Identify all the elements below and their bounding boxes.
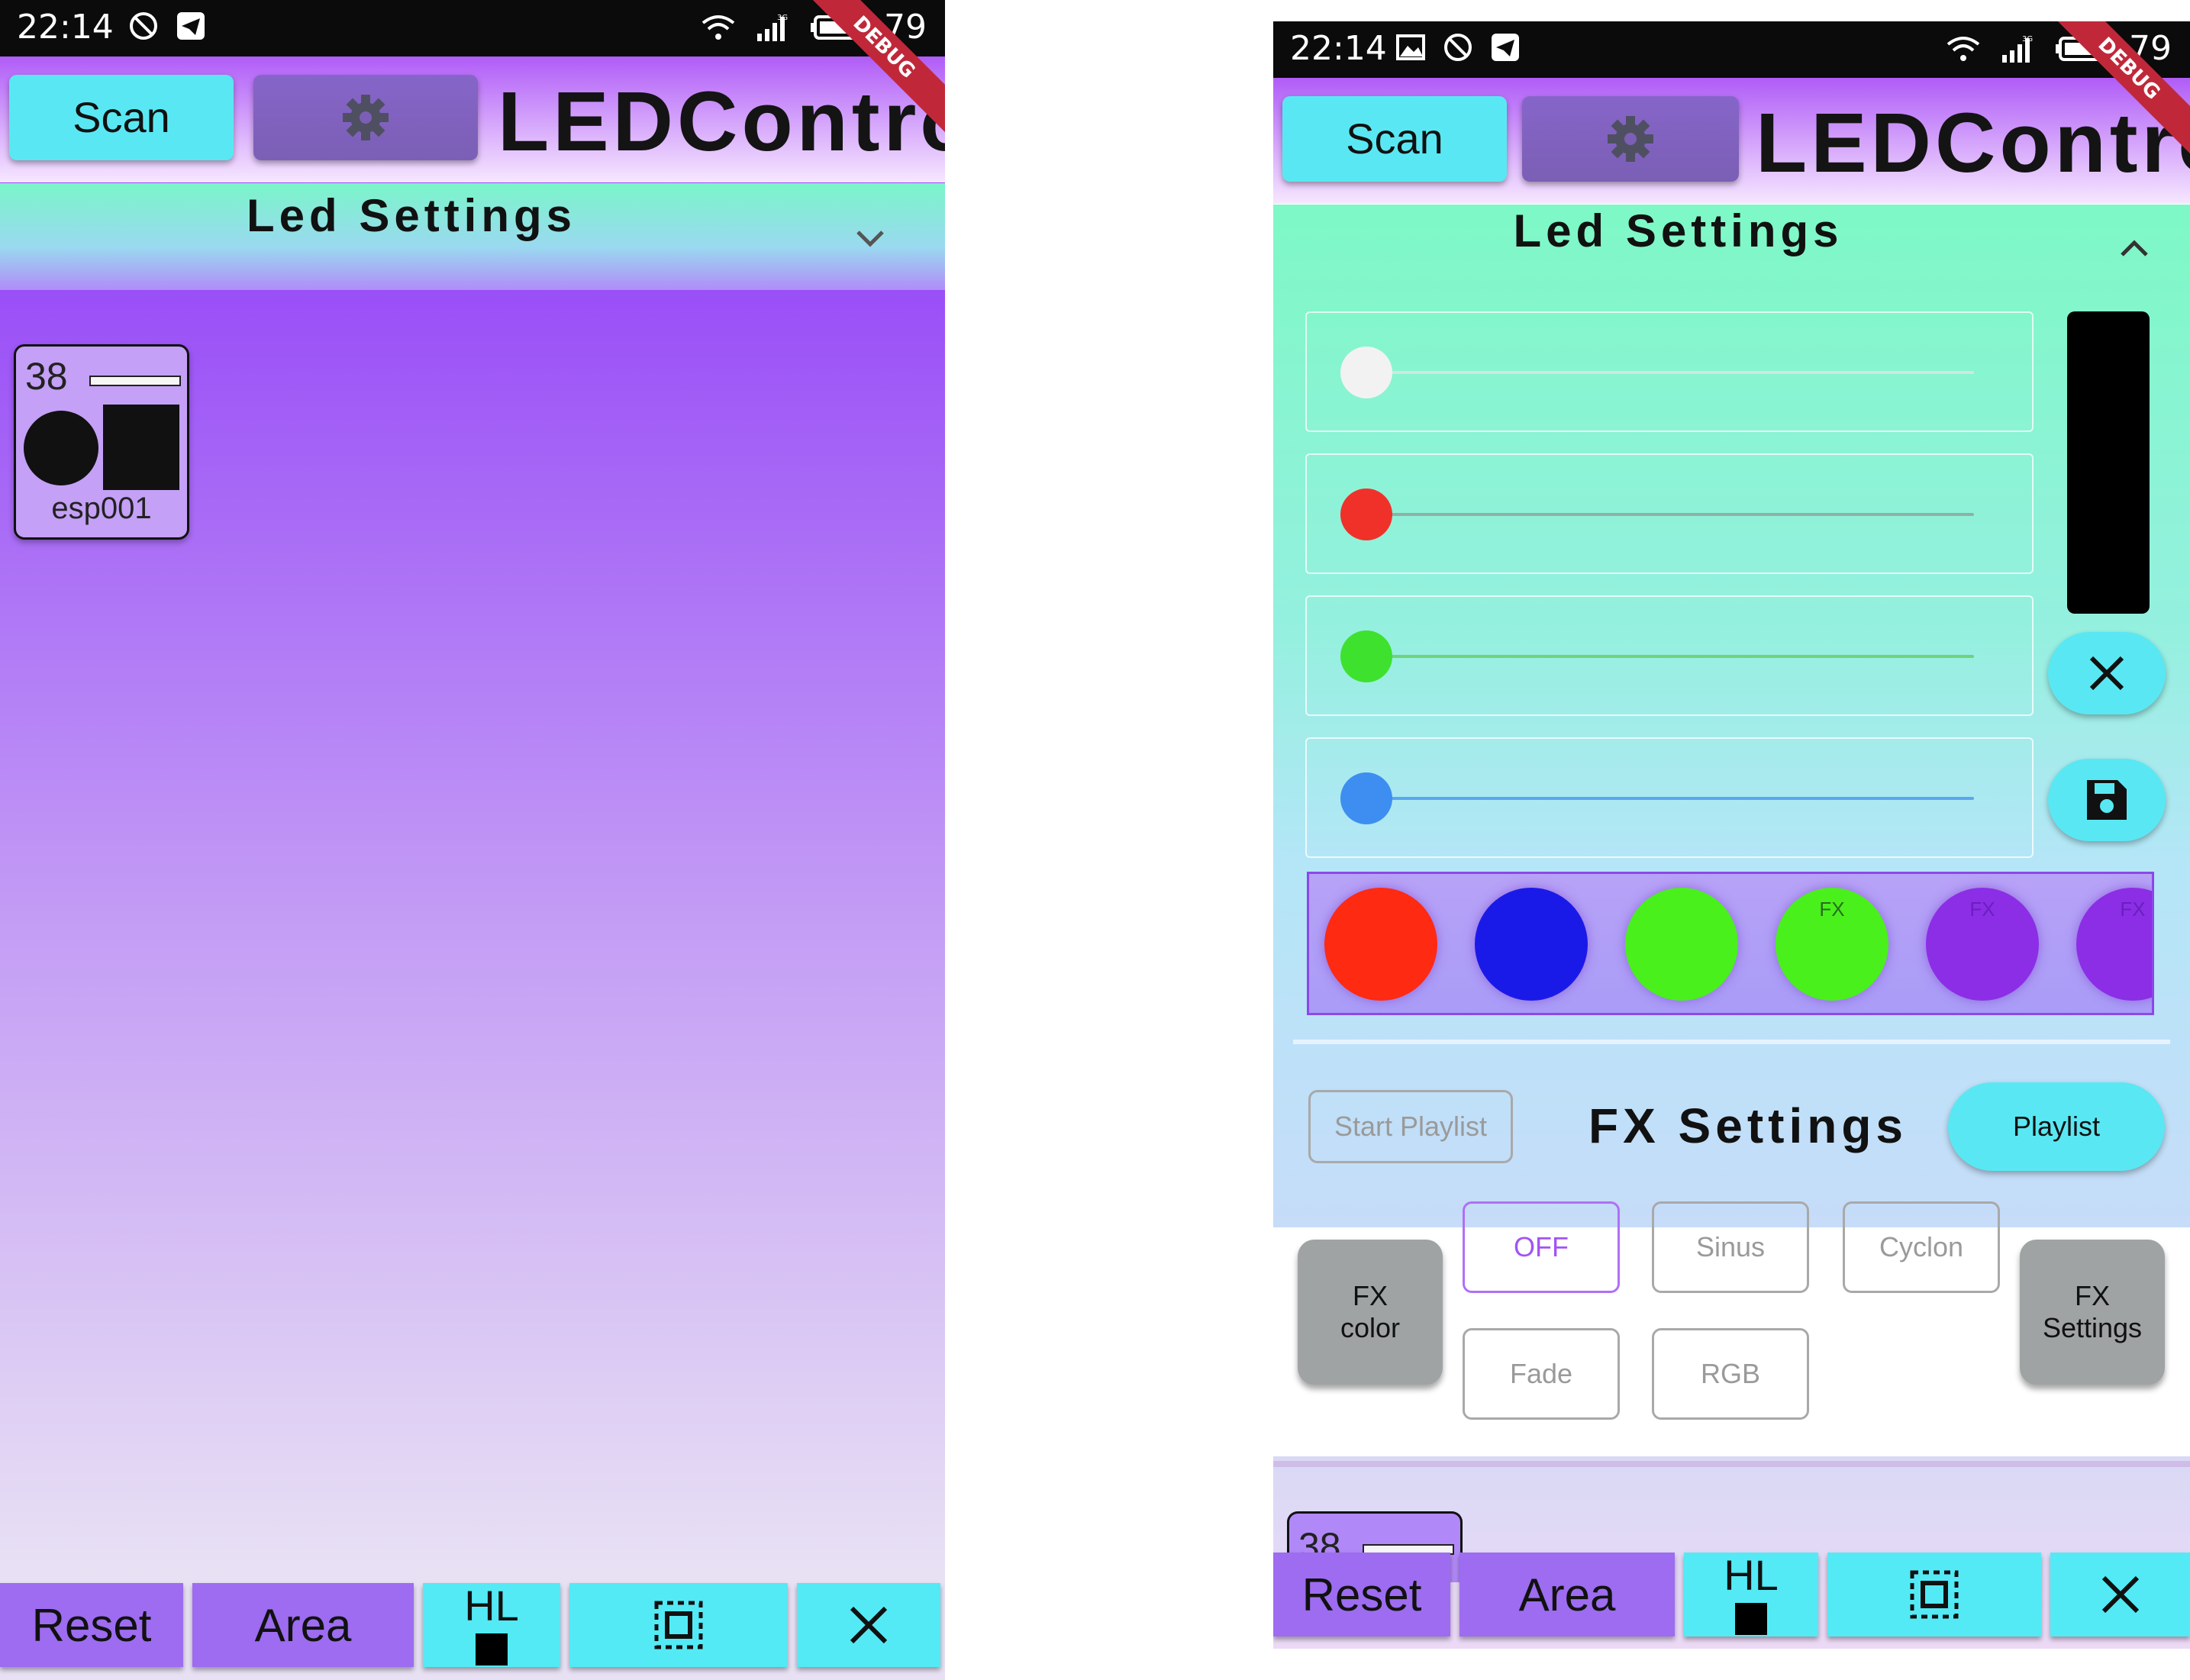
slider-red[interactable]: [1305, 453, 2034, 574]
status-bar: 22:14 3G 79 DEBUG: [1273, 21, 2190, 162]
led-settings-title: Led Settings: [1513, 205, 1843, 256]
svg-text:3G: 3G: [777, 14, 788, 22]
app-title: LEDControl: [498, 75, 945, 169]
settings-button[interactable]: [1522, 96, 1739, 182]
signal-icon: 3G: [2002, 35, 2033, 63]
close-icon: [2089, 656, 2124, 691]
select-area-button[interactable]: [1827, 1553, 2041, 1636]
fx-mode-rgb[interactable]: RGB: [1652, 1328, 1809, 1420]
scan-button[interactable]: Scan: [1282, 96, 1507, 182]
device-card[interactable]: 38 esp001: [14, 344, 189, 540]
reset-button[interactable]: Reset: [0, 1583, 183, 1667]
hl-label: HL: [1724, 1551, 1779, 1599]
signal-icon: 3G: [757, 14, 788, 41]
app-bar: Scan LEDControl: [1273, 78, 2190, 204]
color-swatch-list: FX FX FX: [1307, 872, 2154, 1015]
fx-mode-cyclon[interactable]: Cyclon: [1843, 1201, 2000, 1293]
save-icon: [2087, 780, 2127, 820]
device-number: 38: [25, 355, 68, 398]
color-swatch[interactable]: [1324, 888, 1437, 1001]
slider-thumb[interactable]: [1340, 489, 1392, 540]
bottom-toolbar: Reset Area HL: [1273, 1553, 2190, 1636]
fx-settings-label: FX Settings: [2042, 1280, 2143, 1343]
fx-color-label: FX color: [1340, 1280, 1401, 1343]
reset-button[interactable]: Reset: [1273, 1553, 1450, 1636]
panel-bottom-border: [1273, 1461, 2190, 1467]
slider-thumb[interactable]: [1340, 347, 1392, 398]
bottom-toolbar: Reset Area HL: [0, 1583, 945, 1667]
fx-mode-fade[interactable]: Fade: [1463, 1328, 1620, 1420]
fx-settings-button[interactable]: FX Settings: [2020, 1240, 2165, 1385]
save-color-button[interactable]: [2048, 759, 2166, 841]
status-time: 22:14: [17, 8, 114, 47]
led-settings-title: Led Settings: [246, 190, 577, 241]
hl-button[interactable]: HL: [1684, 1553, 1818, 1636]
section-divider: [1293, 1040, 2170, 1044]
slider-blue[interactable]: [1305, 737, 2034, 858]
color-swatch[interactable]: FX: [1776, 888, 1888, 1001]
start-playlist-button[interactable]: Start Playlist: [1308, 1090, 1513, 1163]
gear-icon: [343, 95, 389, 140]
close-icon: [2101, 1575, 2139, 1614]
settings-button[interactable]: [253, 75, 478, 160]
slider-thumb[interactable]: [1340, 772, 1392, 824]
chevron-up-icon[interactable]: [2117, 232, 2151, 266]
close-button[interactable]: [2050, 1553, 2190, 1636]
select-frame-icon: [1910, 1570, 1959, 1619]
alarm-icon: [130, 12, 157, 40]
area-button[interactable]: Area: [192, 1583, 414, 1667]
hl-color-square: [1735, 1603, 1767, 1635]
status-bar: 22:14 3G 79 DEBUG: [0, 0, 945, 140]
color-swatch[interactable]: [1625, 888, 1738, 1001]
phone-screen-expanded: 22:14 3G 79 DEBUG Scan LEDContr Led Sett…: [1273, 21, 2190, 1649]
color-swatch[interactable]: FX: [2076, 888, 2152, 1001]
wifi-icon: [1946, 36, 1980, 61]
close-button[interactable]: [797, 1583, 940, 1667]
slider-track[interactable]: [1374, 655, 1974, 658]
area-button[interactable]: Area: [1459, 1553, 1675, 1636]
playlist-button[interactable]: Playlist: [1948, 1082, 2165, 1171]
phone-screen-collapsed: 22:14 3G 79 DEBUG Scan LEDContr Led Sett…: [0, 0, 945, 1680]
slider-track[interactable]: [1374, 513, 1974, 516]
app-bar: Scan LEDControl: [0, 56, 945, 182]
device-brightness-bar: [89, 376, 181, 386]
fx-mode-off[interactable]: OFF: [1463, 1201, 1620, 1293]
select-frame-icon: [654, 1601, 703, 1649]
svg-text:3G: 3G: [2022, 35, 2033, 44]
telegram-icon: [177, 12, 205, 40]
clear-color-button[interactable]: [2048, 632, 2166, 714]
color-preview: [2067, 311, 2150, 614]
color-swatch[interactable]: [1475, 888, 1588, 1001]
color-swatch[interactable]: FX: [1926, 888, 2039, 1001]
app-title: LEDControl: [1756, 96, 2190, 190]
scan-button[interactable]: Scan: [9, 75, 234, 160]
fx-settings-title: FX Settings: [1588, 1098, 1908, 1153]
slider-track[interactable]: [1374, 371, 1974, 374]
telegram-icon: [1492, 34, 1519, 61]
slider-white[interactable]: [1305, 311, 2034, 432]
alarm-icon: [1444, 34, 1472, 61]
close-icon: [850, 1606, 888, 1644]
select-area-button[interactable]: [569, 1583, 788, 1667]
hl-button[interactable]: HL: [423, 1583, 560, 1667]
device-color-indicator: [103, 405, 179, 490]
wifi-icon: [702, 15, 735, 40]
chevron-down-icon[interactable]: [853, 221, 887, 255]
fx-color-button[interactable]: FX color: [1298, 1240, 1443, 1385]
hl-label: HL: [464, 1582, 519, 1630]
image-icon: [1396, 34, 1425, 60]
gear-icon: [1608, 116, 1653, 162]
device-circle-indicator: [24, 411, 98, 485]
hl-color-square: [476, 1633, 508, 1665]
slider-thumb[interactable]: [1340, 630, 1392, 682]
slider-green[interactable]: [1305, 595, 2034, 716]
device-name: esp001: [51, 492, 152, 525]
status-time: 22:14: [1290, 29, 1387, 68]
fx-mode-sinus[interactable]: Sinus: [1652, 1201, 1809, 1293]
slider-track[interactable]: [1374, 797, 1974, 800]
